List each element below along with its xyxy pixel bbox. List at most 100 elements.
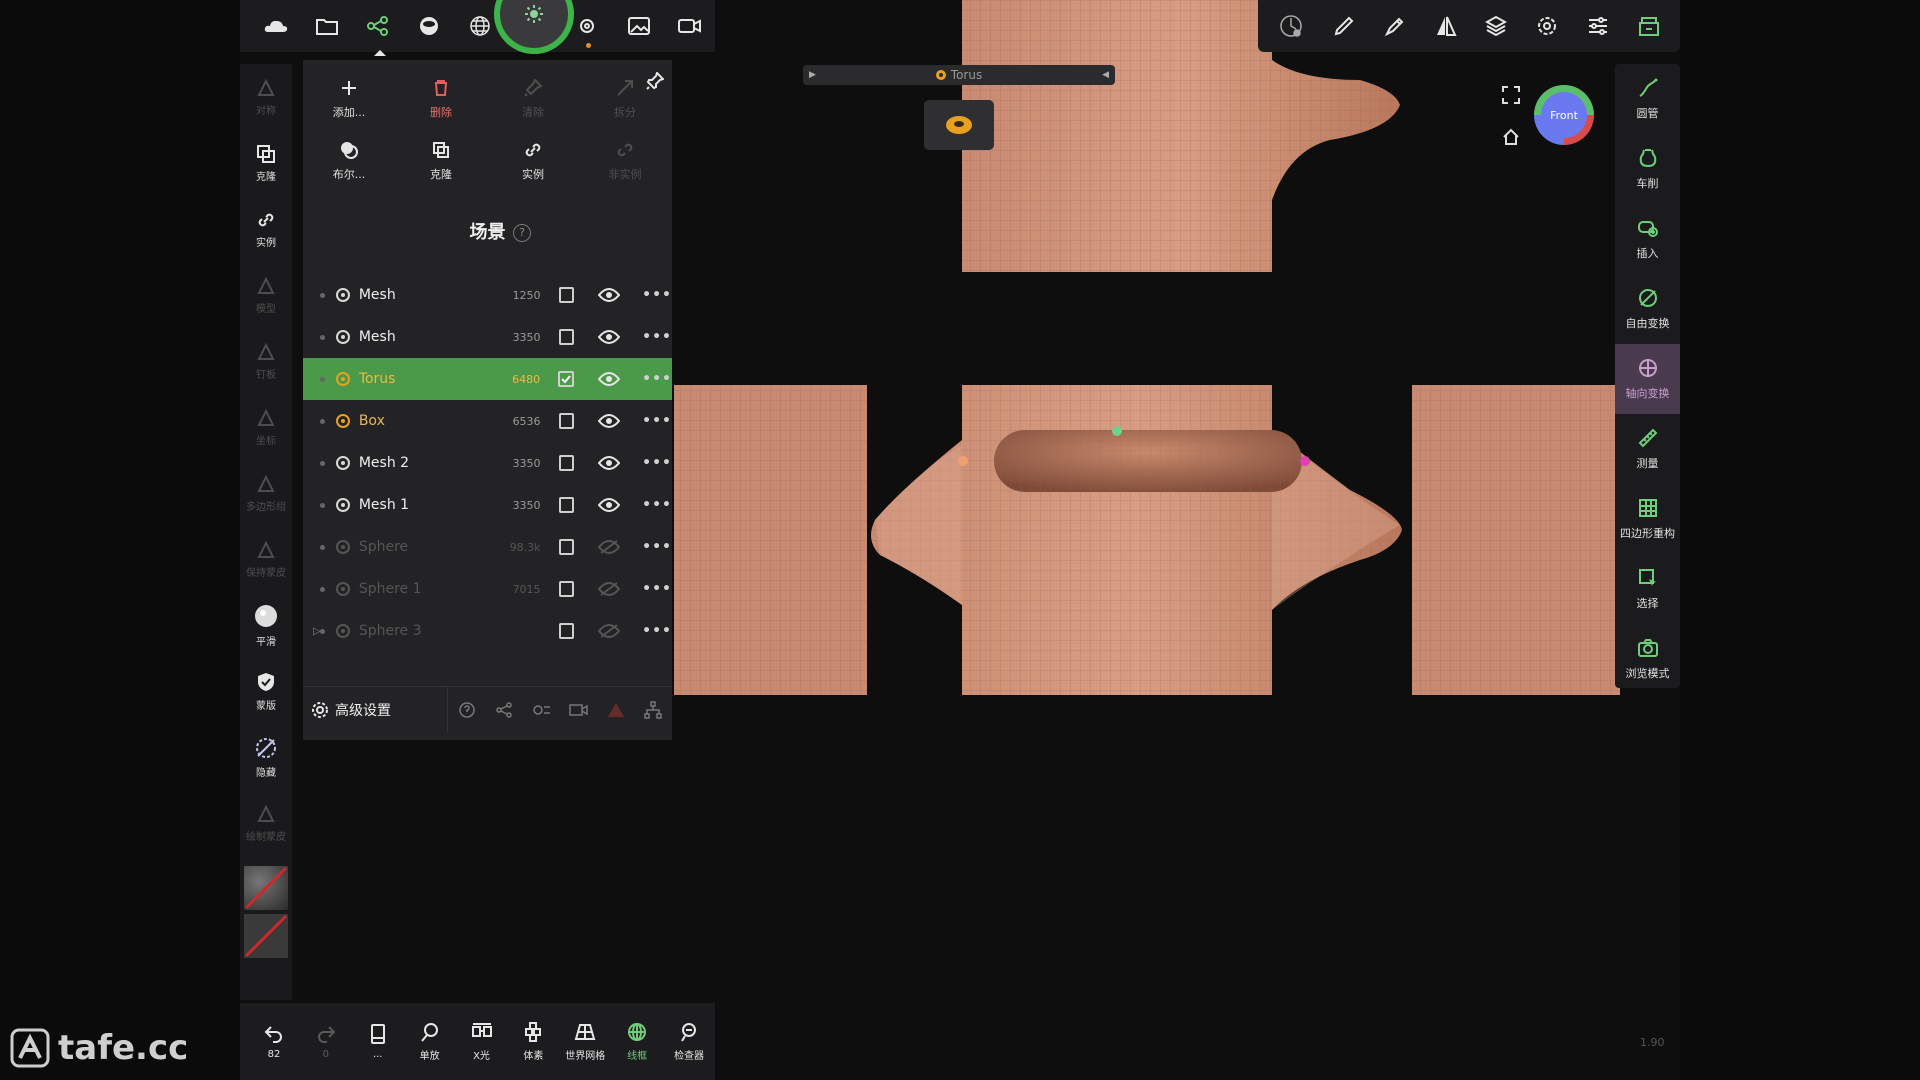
right-tool-quad-remesh[interactable]: 四边形重构 xyxy=(1615,484,1680,554)
eye-icon[interactable] xyxy=(598,287,621,303)
right-tool-axial-transform[interactable]: 轴向变换 xyxy=(1615,344,1680,414)
clear-button[interactable]: 清除 xyxy=(487,68,579,130)
right-tool-camera[interactable]: 浏览模式 xyxy=(1615,624,1680,694)
left-tool-keep-skin[interactable]: 保持蒙皮 xyxy=(240,526,292,592)
fullscreen-icon[interactable] xyxy=(1502,86,1520,104)
scene-row[interactable]: Torus 6480 ••• xyxy=(303,358,672,400)
scene-row[interactable]: Sphere 3 ••• ▷ xyxy=(303,610,672,652)
add-button[interactable]: 添加... xyxy=(303,68,395,130)
scene-row[interactable]: Sphere 98.3k ••• xyxy=(303,526,672,568)
right-tool-ruler[interactable]: 测量 xyxy=(1615,414,1680,484)
help-icon[interactable]: ? xyxy=(513,224,531,242)
scene-row[interactable]: Sphere 1 7015 ••• xyxy=(303,568,672,610)
more-options-icon[interactable]: ••• xyxy=(642,287,672,303)
primitive-gizmo-box[interactable] xyxy=(924,100,994,150)
scene-row[interactable]: Mesh 3350 ••• xyxy=(303,316,672,358)
right-tool-lathe[interactable]: 车削 xyxy=(1615,134,1680,204)
brush-icon[interactable] xyxy=(1333,15,1355,37)
light-icon[interactable] xyxy=(494,0,575,54)
material-swatch-flat[interactable] xyxy=(244,914,288,958)
eye-icon[interactable] xyxy=(598,497,621,513)
left-tool-polygroup-tool[interactable]: 多边形组 xyxy=(240,460,292,526)
gizmo-handle-right[interactable] xyxy=(1300,456,1310,466)
more-options-icon[interactable]: ••• xyxy=(642,539,672,555)
bottom-tool-zoom[interactable]: 单放 xyxy=(404,1010,456,1074)
hierarchy-icon[interactable] xyxy=(635,700,672,719)
bottom-tool-voxel[interactable]: 体素 xyxy=(507,1010,559,1074)
bottom-tool-xray[interactable]: X光 xyxy=(456,1010,508,1074)
cloud-icon[interactable] xyxy=(250,0,301,52)
layers-icon[interactable] xyxy=(1485,15,1508,37)
more-options-icon[interactable]: ••• xyxy=(642,455,672,471)
eye-icon[interactable] xyxy=(598,329,621,345)
row-checkbox[interactable] xyxy=(558,539,575,555)
sliders-icon[interactable] xyxy=(1587,15,1609,37)
eye-icon[interactable] xyxy=(598,455,621,471)
symmetry-icon[interactable] xyxy=(1435,15,1457,37)
left-tool-pin-tool[interactable]: 钉板 xyxy=(240,328,292,394)
left-tool-hide[interactable]: 隐藏 xyxy=(240,724,292,790)
more-options-icon[interactable]: ••• xyxy=(642,371,672,387)
folder-icon[interactable] xyxy=(301,0,352,52)
bottom-tool-inspector[interactable]: 检查器 xyxy=(663,1010,715,1074)
instance-button[interactable]: 实例 xyxy=(487,130,579,192)
bottom-tool-world-grid[interactable]: 世界网格 xyxy=(559,1010,611,1074)
row-checkbox[interactable] xyxy=(558,581,575,597)
warning-icon[interactable] xyxy=(597,701,634,719)
row-checkbox[interactable] xyxy=(558,413,575,429)
more-options-icon[interactable]: ••• xyxy=(642,329,672,345)
boolean-button[interactable]: 布尔... xyxy=(303,130,395,192)
row-checkbox[interactable] xyxy=(558,287,575,303)
left-tool-instance-tool[interactable]: 实例 xyxy=(240,196,292,262)
row-checkbox[interactable] xyxy=(558,371,575,387)
collapse-left-icon[interactable]: ▶ xyxy=(809,70,816,80)
more-options-icon[interactable]: ••• xyxy=(642,623,672,639)
share-icon[interactable] xyxy=(486,701,523,719)
advanced-settings-button[interactable]: 高级设置 xyxy=(303,686,449,733)
left-tool-symmetry-tool[interactable]: 对称 xyxy=(240,64,292,130)
shop-icon[interactable] xyxy=(1638,15,1660,37)
help-circle-icon[interactable] xyxy=(448,701,485,719)
scene-row[interactable]: Mesh 2 3350 ••• xyxy=(303,442,672,484)
home-icon[interactable] xyxy=(1502,128,1520,146)
toggle-list-icon[interactable] xyxy=(523,701,560,719)
scene-row[interactable]: Mesh 1 3350 ••• xyxy=(303,484,672,526)
eye-icon[interactable] xyxy=(598,413,621,429)
left-tool-mask[interactable]: 蒙版 xyxy=(240,658,292,724)
row-checkbox[interactable] xyxy=(558,329,575,345)
left-tool-model-tool[interactable]: 模型 xyxy=(240,262,292,328)
material-ball-icon[interactable] xyxy=(403,0,454,52)
bottom-tool-wireframe[interactable]: 线框 xyxy=(611,1010,663,1074)
gizmo-handle-left[interactable] xyxy=(958,456,968,466)
pen-icon[interactable] xyxy=(1384,15,1406,37)
left-tool-smooth[interactable]: 平滑 xyxy=(240,592,292,658)
camera-outline-icon[interactable] xyxy=(560,702,597,718)
row-checkbox[interactable] xyxy=(558,497,575,513)
bottom-tool-undo[interactable]: 82 xyxy=(248,1010,300,1074)
object-name-bar[interactable]: ▶ Torus ◀ xyxy=(803,65,1115,85)
left-tool-paint-skin[interactable]: 绘制蒙皮 xyxy=(240,790,292,856)
more-options-icon[interactable]: ••• xyxy=(642,497,672,513)
delete-button[interactable]: 删除 xyxy=(395,68,487,130)
more-options-icon[interactable]: ••• xyxy=(642,413,672,429)
gizmo-handle-top[interactable] xyxy=(1112,426,1122,436)
right-tool-insert[interactable]: 插入 xyxy=(1615,204,1680,274)
eye-icon[interactable] xyxy=(598,371,621,387)
eye-off-icon[interactable] xyxy=(598,623,621,639)
scene-row[interactable]: Mesh 1250 ••• xyxy=(303,274,672,316)
video-camera-icon[interactable] xyxy=(664,0,715,52)
material-swatch-sphere[interactable] xyxy=(244,866,288,910)
bottom-tool-device[interactable]: ... xyxy=(352,1010,404,1074)
right-tool-select[interactable]: 选择 xyxy=(1615,554,1680,624)
more-options-icon[interactable]: ••• xyxy=(642,581,672,597)
collapse-right-icon[interactable]: ◀ xyxy=(1102,70,1109,80)
scene-graph-icon[interactable] xyxy=(352,0,403,52)
image-icon[interactable] xyxy=(613,0,664,52)
left-tool-clone-tool[interactable]: 克隆 xyxy=(240,130,292,196)
right-tool-tube[interactable]: 圆管 xyxy=(1615,64,1680,134)
row-checkbox[interactable] xyxy=(558,623,575,639)
settings-icon[interactable] xyxy=(1536,15,1558,37)
gizmo-icon[interactable] xyxy=(1278,13,1304,39)
settings-gear-icon[interactable] xyxy=(562,0,613,52)
bottom-tool-redo[interactable]: 0 xyxy=(300,1010,352,1074)
